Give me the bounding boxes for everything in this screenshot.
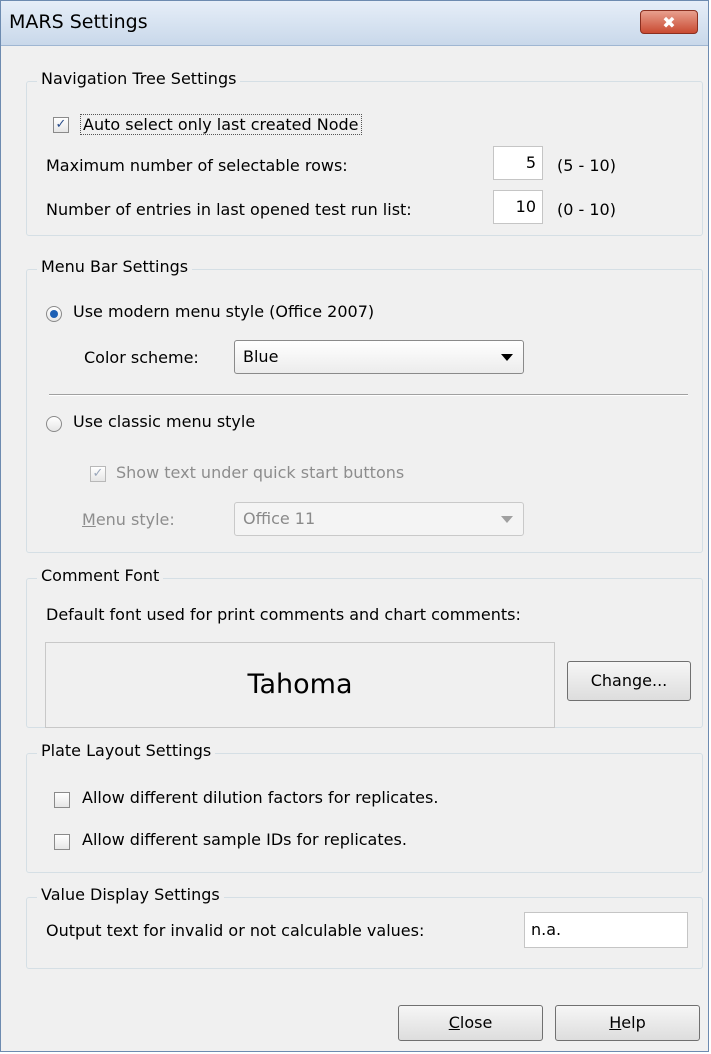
chevron-down-icon bbox=[501, 516, 513, 523]
group-title: Comment Font bbox=[37, 566, 164, 585]
close-button[interactable]: Close bbox=[398, 1005, 543, 1041]
menu-bar-group: Menu Bar Settings Use modern menu style … bbox=[26, 257, 703, 553]
color-scheme-label: Color scheme: bbox=[84, 348, 199, 367]
menu-style-value: Office 11 bbox=[243, 509, 316, 528]
classic-menu-radio[interactable] bbox=[46, 416, 62, 432]
navigation-tree-group: Navigation Tree Settings ✓ Auto select o… bbox=[26, 69, 703, 236]
output-text-input[interactable]: n.a. bbox=[524, 912, 688, 948]
help-button-label: elp bbox=[621, 1013, 646, 1032]
help-button[interactable]: Help bbox=[555, 1005, 700, 1041]
menu-style-label: Menu style: bbox=[82, 510, 175, 529]
show-text-label: Show text under quick start buttons bbox=[116, 463, 405, 482]
max-rows-input[interactable]: 5 bbox=[493, 146, 543, 180]
menu-style-label-text: enu style: bbox=[95, 510, 175, 529]
dilution-checkbox[interactable] bbox=[54, 792, 70, 808]
group-title: Navigation Tree Settings bbox=[37, 69, 241, 88]
output-text-label: Output text for invalid or not calculabl… bbox=[46, 921, 425, 940]
entries-input[interactable]: 10 bbox=[493, 190, 543, 224]
help-mnemonic: H bbox=[609, 1013, 622, 1032]
menu-style-select: Office 11 bbox=[234, 502, 524, 536]
chevron-down-icon bbox=[501, 354, 513, 361]
auto-select-label[interactable]: Auto select only last created Node bbox=[80, 114, 362, 135]
window-title: MARS Settings bbox=[9, 11, 148, 33]
comment-font-group: Comment Font Default font used for print… bbox=[26, 566, 703, 728]
auto-select-checkbox[interactable]: ✓ bbox=[53, 117, 69, 133]
group-title: Value Display Settings bbox=[37, 885, 224, 904]
sample-ids-checkbox[interactable] bbox=[54, 834, 70, 850]
entries-label: Number of entries in last opened test ru… bbox=[46, 200, 412, 219]
modern-menu-label[interactable]: Use modern menu style (Office 2007) bbox=[73, 302, 374, 321]
group-title: Menu Bar Settings bbox=[37, 257, 193, 276]
color-scheme-select[interactable]: Blue bbox=[234, 340, 524, 374]
group-title: Plate Layout Settings bbox=[37, 741, 216, 760]
max-rows-range: (5 - 10) bbox=[557, 156, 616, 175]
close-button-label: lose bbox=[459, 1013, 493, 1032]
color-scheme-value: Blue bbox=[243, 347, 279, 366]
menu-style-mnemonic: M bbox=[82, 510, 96, 529]
plate-layout-group: Plate Layout Settings Allow different di… bbox=[26, 741, 703, 873]
title-bar: MARS Settings ✖ bbox=[1, 1, 708, 46]
comment-font-description: Default font used for print comments and… bbox=[46, 605, 521, 624]
entries-range: (0 - 10) bbox=[557, 200, 616, 219]
modern-menu-radio[interactable] bbox=[46, 306, 62, 322]
divider bbox=[49, 394, 688, 396]
check-icon: ✓ bbox=[55, 117, 67, 132]
max-rows-label: Maximum number of selectable rows: bbox=[46, 156, 348, 175]
font-preview-name: Tahoma bbox=[247, 669, 353, 700]
dilution-label[interactable]: Allow different dilution factors for rep… bbox=[82, 788, 438, 807]
sample-ids-label[interactable]: Allow different sample IDs for replicate… bbox=[82, 830, 407, 849]
check-icon: ✓ bbox=[92, 466, 104, 481]
classic-menu-label[interactable]: Use classic menu style bbox=[73, 412, 255, 431]
settings-window: MARS Settings ✖ Navigation Tree Settings… bbox=[0, 0, 709, 1052]
radio-selected-dot bbox=[50, 310, 58, 318]
output-text-value: n.a. bbox=[531, 920, 562, 939]
value-display-group: Value Display Settings Output text for i… bbox=[26, 885, 703, 969]
close-mnemonic: C bbox=[448, 1013, 460, 1032]
entries-value: 10 bbox=[515, 197, 536, 216]
close-icon: ✖ bbox=[662, 13, 676, 32]
show-text-checkbox: ✓ bbox=[90, 466, 106, 482]
font-preview: Tahoma bbox=[45, 642, 555, 728]
max-rows-value: 5 bbox=[525, 153, 536, 172]
change-font-button[interactable]: Change... bbox=[567, 661, 691, 701]
window-close-button[interactable]: ✖ bbox=[640, 10, 698, 34]
